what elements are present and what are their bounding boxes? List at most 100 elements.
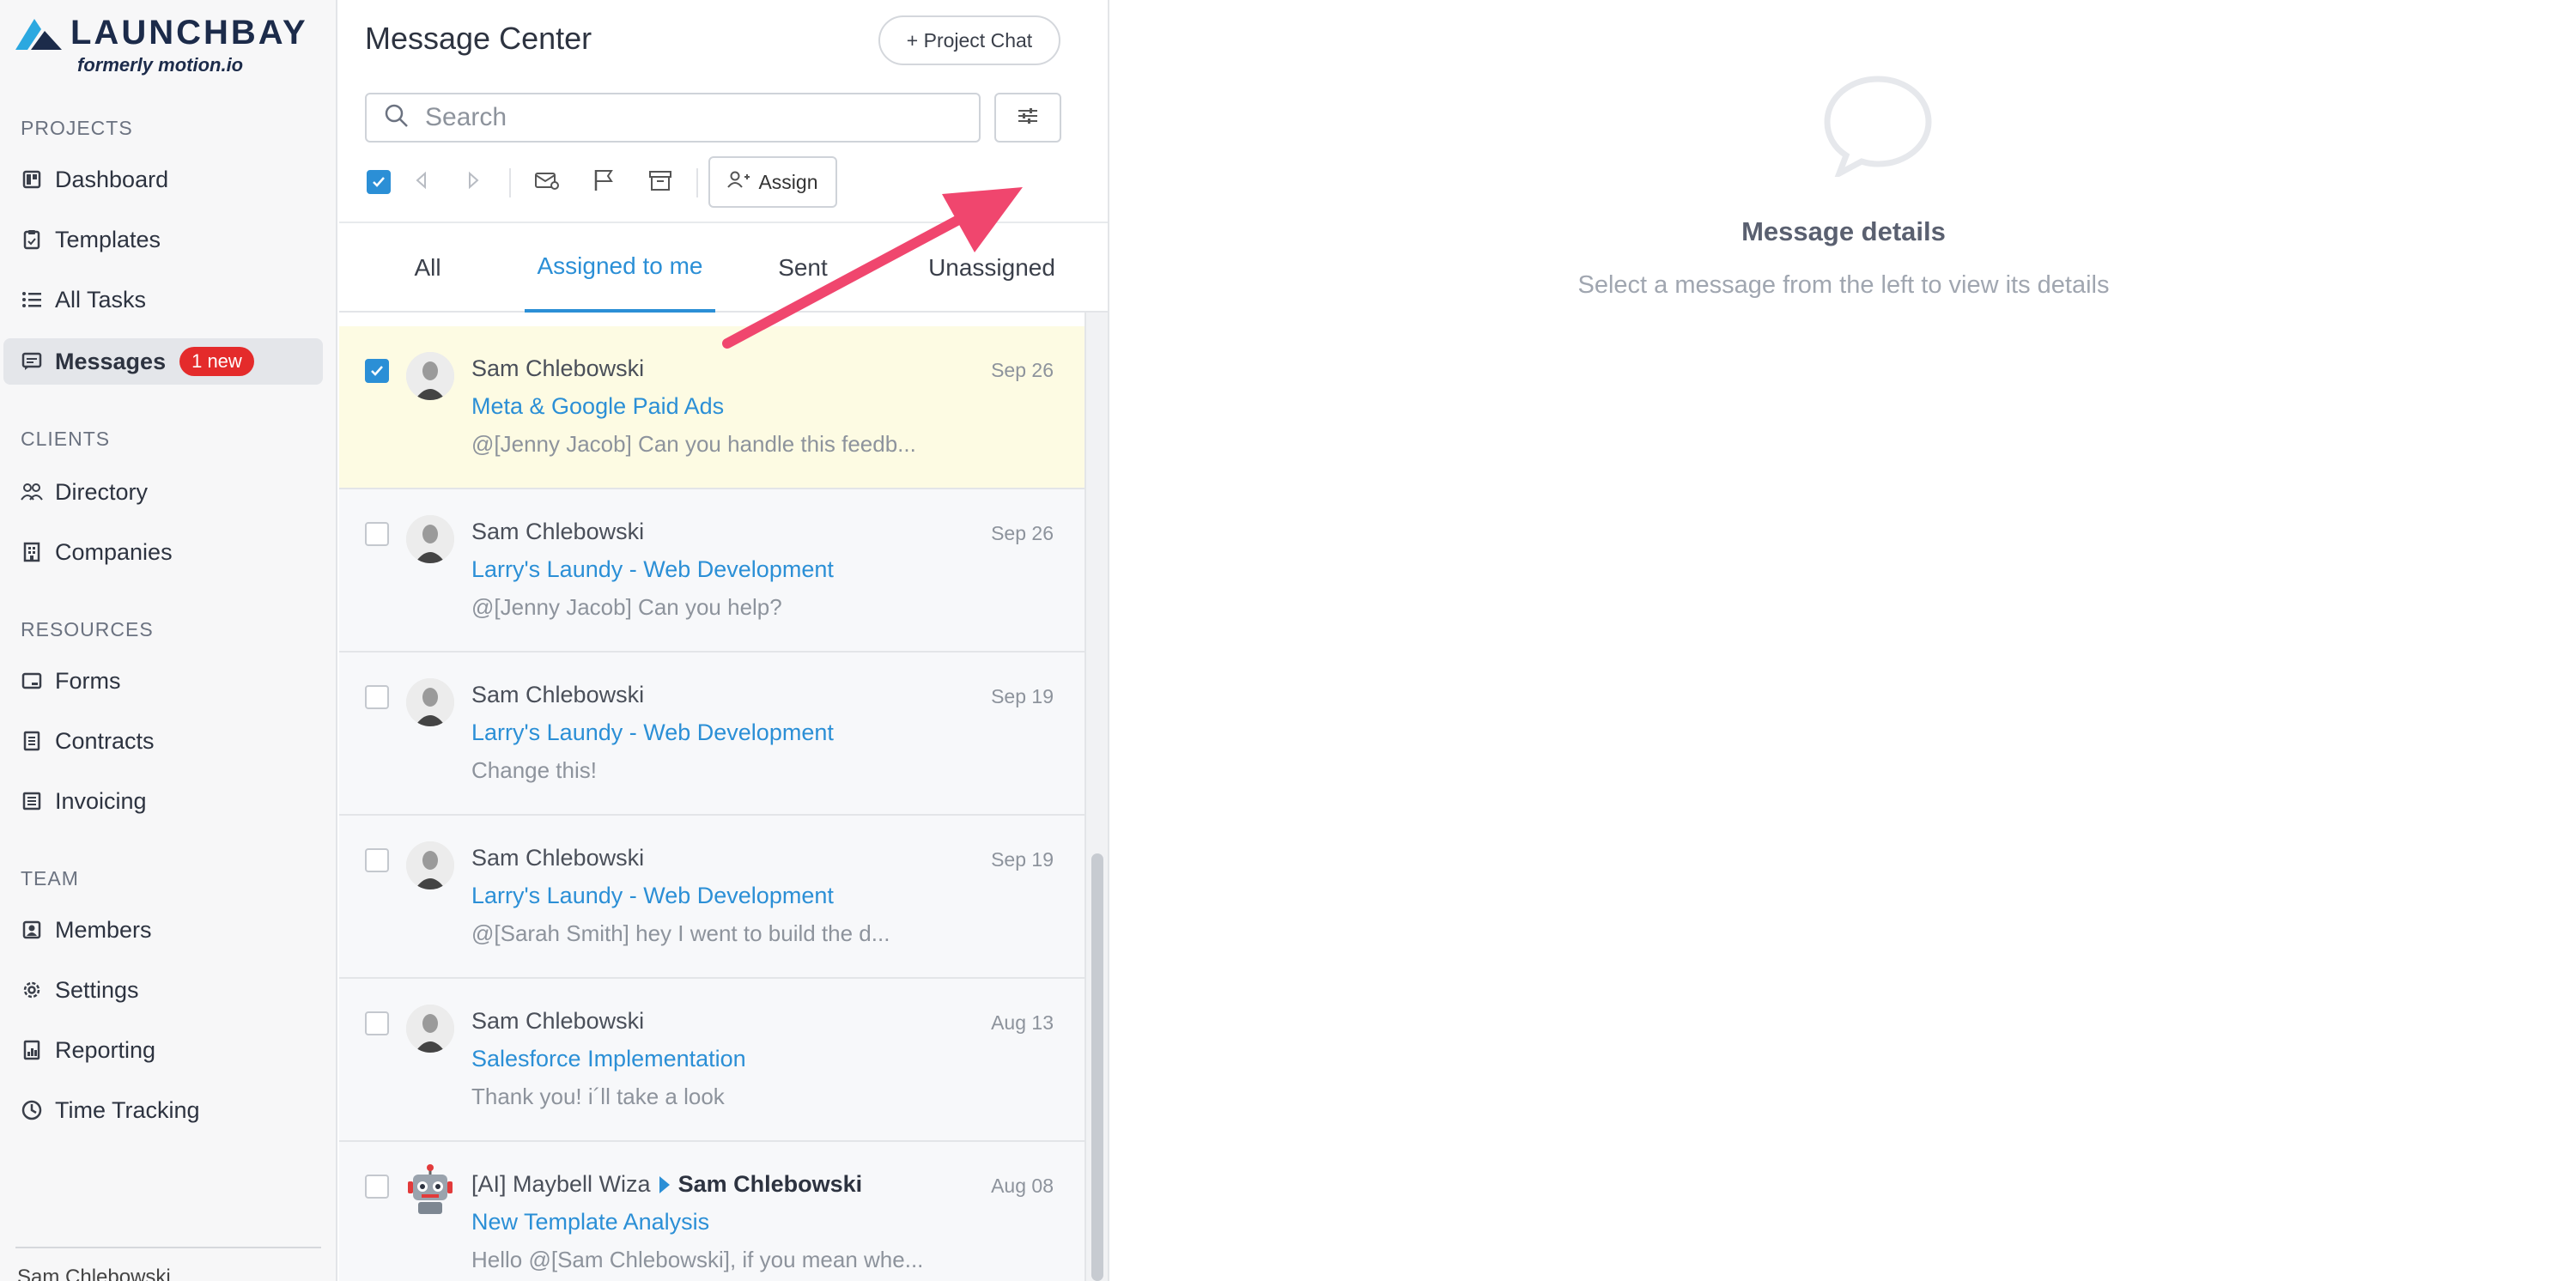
message-row[interactable]: Sam Chlebowski Sep 26 Meta & Google Paid…: [339, 326, 1084, 489]
caret-left-icon: [415, 171, 428, 194]
sidebar-item-templates[interactable]: Templates: [3, 216, 323, 263]
sidebar: LAUNCHBAY formerly motion.io PROJECTS Da…: [0, 0, 337, 1281]
message-row[interactable]: Sam Chlebowski Sep 19 Larry's Laundy - W…: [339, 653, 1084, 816]
tab-all[interactable]: All: [365, 223, 490, 313]
sidebar-item-directory[interactable]: Directory: [3, 469, 323, 515]
message-preview: @[Jenny Jacob] Can you help?: [471, 594, 782, 620]
detail-empty-title: Message details: [1741, 216, 1946, 246]
sidebar-item-members[interactable]: Members: [3, 907, 323, 953]
sidebar-item-settings[interactable]: Settings: [3, 967, 323, 1013]
sidebar-item-label: Time Tracking: [55, 1096, 200, 1123]
flag-button[interactable]: [590, 168, 617, 196]
avatar: [406, 841, 454, 889]
message-checkbox[interactable]: [365, 685, 389, 709]
add-user-icon: [727, 170, 750, 194]
sidebar-item-all-tasks[interactable]: All Tasks: [3, 276, 323, 323]
select-all-checkbox[interactable]: [365, 168, 392, 196]
sidebar-item-contracts[interactable]: Contracts: [3, 718, 323, 764]
launchbay-logo-icon: [15, 18, 62, 50]
avatar: [406, 1005, 454, 1053]
message-preview: @[Jenny Jacob] Can you handle this feedb…: [471, 431, 916, 457]
detail-empty-subtitle: Select a message from the left to view i…: [1577, 271, 2110, 299]
member-icon: [21, 919, 43, 941]
assign-label: Assign: [758, 170, 818, 193]
section-title-projects: PROJECTS: [21, 117, 133, 139]
toolbar-divider: [509, 168, 511, 197]
search-box[interactable]: [365, 93, 981, 143]
message-checkbox[interactable]: [365, 359, 389, 383]
form-icon: [21, 670, 43, 692]
archive-button[interactable]: [647, 168, 674, 196]
message-list-panel: Message Center + Project Chat Search Ass…: [339, 0, 1109, 1281]
message-subject[interactable]: Larry's Laundy - Web Development: [471, 883, 834, 909]
message-list-scrollbar[interactable]: [1084, 313, 1108, 1281]
checkbox-empty-icon: [365, 685, 389, 709]
archive-icon: [648, 169, 672, 196]
message-sender: Sam Chlebowski: [471, 845, 645, 871]
mail-icon: [534, 169, 560, 196]
next-button[interactable]: [459, 168, 487, 196]
message-checkbox[interactable]: [365, 1175, 389, 1199]
sidebar-item-label: Messages: [55, 348, 167, 374]
sidebar-item-companies[interactable]: Companies: [3, 529, 323, 575]
message-date: Sep 19: [991, 685, 1054, 707]
logo[interactable]: LAUNCHBAY formerly motion.io: [15, 14, 308, 76]
message-date: Sep 19: [991, 848, 1054, 871]
building-icon: [21, 541, 43, 563]
message-row[interactable]: Sam Chlebowski Sep 26 Larry's Laundy - W…: [339, 489, 1084, 653]
tab-assigned-to-me[interactable]: Assigned to me: [525, 223, 715, 313]
sidebar-item-label: Members: [55, 916, 152, 943]
message-sender: Sam Chlebowski: [471, 519, 645, 544]
toolbar-divider: [696, 168, 698, 197]
sidebar-item-messages[interactable]: Messages 1 new: [3, 338, 323, 385]
message-subject[interactable]: Meta & Google Paid Ads: [471, 393, 724, 420]
brand-tagline: formerly motion.io: [77, 54, 244, 76]
message-checkbox[interactable]: [365, 848, 389, 872]
sidebar-item-label: Forms: [55, 667, 121, 694]
sidebar-item-label: Invoicing: [55, 787, 147, 814]
avatar: [406, 678, 454, 726]
sidebar-item-invoicing[interactable]: Invoicing: [3, 778, 323, 824]
assign-button[interactable]: Assign: [708, 156, 837, 208]
message-subject[interactable]: Larry's Laundy - Web Development: [471, 556, 834, 583]
page-title: Message Center: [365, 21, 592, 56]
sidebar-item-label: Companies: [55, 538, 173, 565]
message-row[interactable]: Sam Chlebowski Aug 13 Salesforce Impleme…: [339, 979, 1084, 1142]
scrollbar-thumb[interactable]: [1091, 853, 1103, 1281]
search-input[interactable]: [425, 103, 940, 132]
sidebar-item-dashboard[interactable]: Dashboard: [3, 156, 323, 203]
list-icon: [21, 288, 43, 311]
flag-icon: [592, 168, 615, 197]
message-checkbox[interactable]: [365, 1011, 389, 1035]
section-title-clients: CLIENTS: [21, 428, 111, 450]
tab-sent[interactable]: Sent: [743, 223, 863, 313]
message-sender: Sam Chlebowski: [471, 1008, 645, 1034]
tab-unassigned[interactable]: Unassigned: [906, 223, 1078, 313]
sidebar-item-label: Reporting: [55, 1036, 156, 1063]
message-sender: Sam Chlebowski: [471, 682, 645, 707]
user-menu[interactable]: Sam Chlebowski: [17, 1266, 171, 1281]
message-subject[interactable]: Larry's Laundy - Web Development: [471, 719, 834, 746]
chat-bubble-icon: [1822, 74, 1934, 181]
message-checkbox[interactable]: [365, 522, 389, 546]
message-subject[interactable]: Salesforce Implementation: [471, 1046, 746, 1072]
project-chat-button[interactable]: + Project Chat: [878, 15, 1060, 65]
previous-button[interactable]: [408, 168, 435, 196]
message-row[interactable]: Sam Chlebowski Sep 19 Larry's Laundy - W…: [339, 816, 1084, 979]
sidebar-divider: [15, 1247, 321, 1248]
search-icon: [384, 103, 410, 133]
message-date: Aug 08: [991, 1175, 1054, 1197]
message-tabs: All Assigned to me Sent Unassigned: [339, 222, 1108, 313]
sidebar-item-time-tracking[interactable]: Time Tracking: [3, 1087, 323, 1133]
new-messages-badge: 1 new: [179, 347, 254, 376]
message-subject[interactable]: New Template Analysis: [471, 1209, 709, 1235]
clock-icon: [21, 1099, 43, 1121]
message-date: Sep 26: [991, 522, 1054, 544]
invoice-icon: [21, 790, 43, 812]
sidebar-item-reporting[interactable]: Reporting: [3, 1027, 323, 1073]
sidebar-item-forms[interactable]: Forms: [3, 658, 323, 704]
mark-read-button[interactable]: [533, 168, 561, 196]
sidebar-item-label: Contracts: [55, 727, 155, 754]
message-row[interactable]: [AI] Maybell Wiza Sam Chlebowski Aug 08 …: [339, 1142, 1084, 1281]
filter-button[interactable]: [994, 93, 1061, 143]
